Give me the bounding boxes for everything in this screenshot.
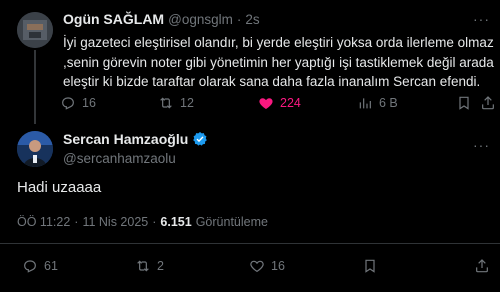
repost-icon (137, 260, 149, 272)
reply-timestamp[interactable]: 2s (245, 12, 259, 27)
heart-icon (250, 260, 264, 273)
action-bar-divider (0, 243, 500, 244)
verified-badge-icon (193, 132, 208, 146)
main-repost-button[interactable]: 2 (135, 258, 164, 274)
share-icon (476, 259, 488, 273)
main-repost-count: 2 (157, 259, 164, 273)
main-tweet-date[interactable]: 11 Nis 2025 (82, 215, 148, 229)
reply-text-line: eleştir ki bizde taraftar olarak sana da… (63, 74, 481, 89)
reply-repost-count: 12 (180, 96, 194, 110)
main-bookmark-button[interactable] (362, 258, 378, 274)
reply-icon (62, 97, 74, 110)
main-meta-separator: · (152, 215, 157, 229)
main-meta-separator: · (74, 215, 79, 229)
main-views-count: 6.151 (160, 215, 192, 229)
main-author-name[interactable]: Sercan Hamzaoğlu (63, 131, 188, 147)
main-author-avatar[interactable] (17, 131, 53, 167)
reply-like-count: 224 (280, 96, 301, 110)
reply-author-name[interactable]: Ogün SAĞLAM (63, 11, 164, 27)
more-icon: ··· (473, 137, 490, 153)
main-author-handle[interactable]: @sercanhamzaolu (63, 151, 176, 166)
main-tweet-time[interactable]: ÖÖ 11:22 (17, 215, 70, 229)
reply-header: Ogün SAĞLAM @ognsglm · 2s (63, 11, 260, 27)
reply-text-line: ,senin görevin noter gibi yönetimin her … (63, 54, 494, 70)
heart-icon (259, 98, 273, 109)
share-icon (482, 96, 494, 110)
reply-share-button[interactable] (480, 95, 496, 111)
views-icon (359, 98, 371, 109)
main-like-count: 16 (271, 259, 285, 273)
main-tweet-text: Hadi uzaaaa (17, 179, 102, 196)
main-reply-button[interactable]: 61 (22, 258, 58, 274)
main-author-name-row: Sercan Hamzaoğlu (63, 131, 208, 147)
reply-text: İyi gazeteci eleştirisel olandır, bi yer… (63, 33, 494, 92)
reply-bookmark-button[interactable] (456, 95, 472, 111)
reply-icon (24, 260, 36, 273)
reply-views-count: 6 B (379, 96, 398, 110)
main-more-button[interactable]: ··· (473, 137, 490, 155)
reply-reply-button[interactable]: 16 (60, 95, 96, 111)
main-like-button[interactable]: 16 (249, 258, 285, 274)
thread-connector-line (34, 50, 36, 124)
reply-reply-count: 16 (82, 96, 96, 110)
reply-repost-button[interactable]: 12 (158, 95, 194, 111)
reply-author-handle[interactable]: @ognsglm (168, 12, 233, 27)
reply-separator: · (236, 11, 242, 27)
main-reply-count: 61 (44, 259, 58, 273)
bookmark-icon (459, 96, 469, 110)
main-views-label: Görüntüleme (195, 215, 268, 229)
reply-text-line: İyi gazeteci eleştirisel olandır, bi yer… (63, 35, 494, 50)
main-share-button[interactable] (474, 258, 490, 274)
reply-more-button[interactable]: ··· (473, 11, 490, 29)
reply-views-button[interactable]: 6 B (357, 95, 398, 111)
bookmark-icon (365, 259, 375, 273)
reply-author-avatar[interactable] (17, 12, 53, 48)
main-tweet-meta: ÖÖ 11:22 · 11 Nis 2025 · 6.151 Görüntüle… (17, 215, 268, 229)
reply-like-button[interactable]: 224 (258, 95, 301, 111)
repost-icon (160, 97, 172, 109)
more-icon: ··· (473, 11, 490, 27)
